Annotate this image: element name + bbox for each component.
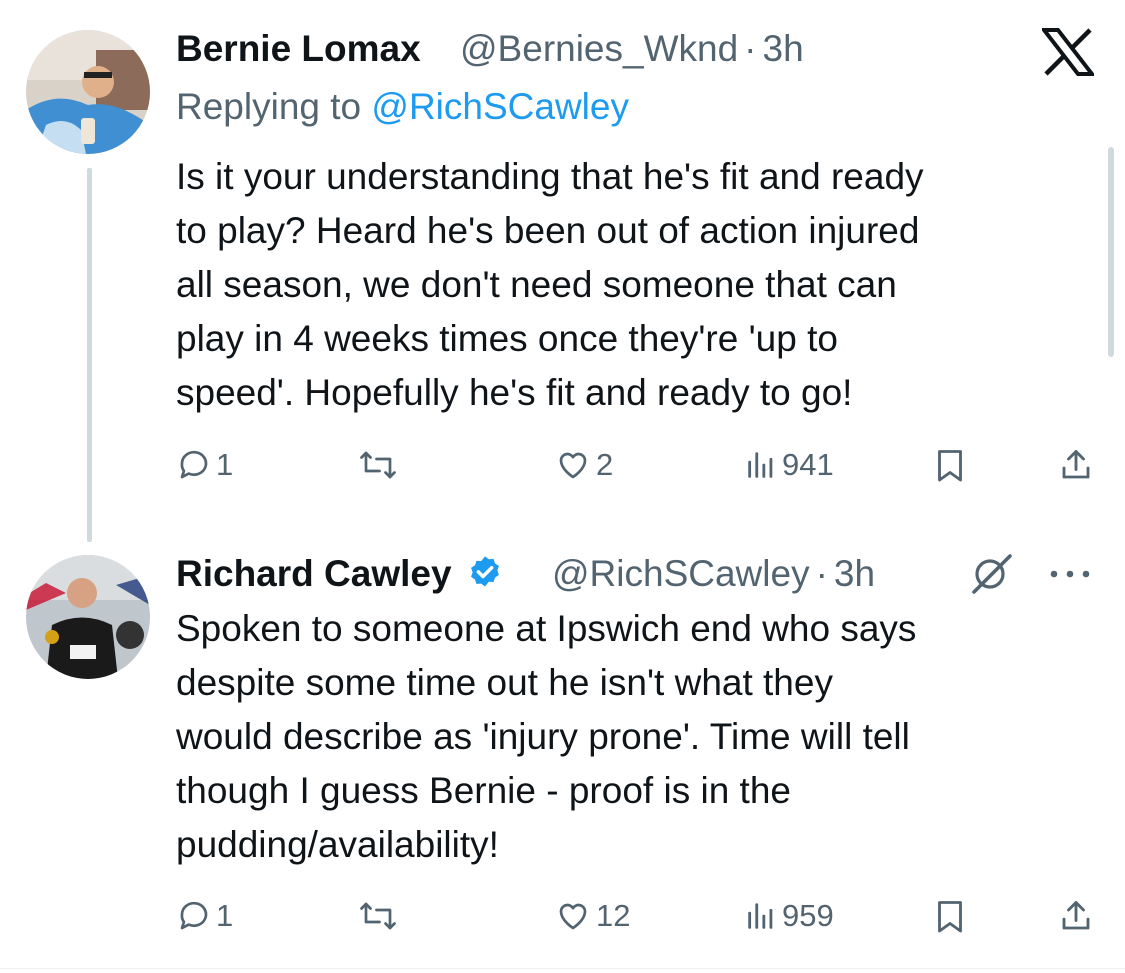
tweet-time[interactable]: 3h	[763, 28, 804, 69]
share-button[interactable]	[1058, 447, 1094, 483]
avatar-richard-cawley[interactable]	[26, 555, 150, 679]
author-name-text[interactable]: Richard Cawley	[176, 553, 452, 594]
author-handle-time[interactable]: @Bernies_Wknd · 3h	[460, 28, 804, 70]
tweet-text: Spoken to someone at Ipswich end who say…	[176, 608, 917, 865]
replying-prefix: Replying to	[176, 86, 362, 127]
reply-count: 1	[216, 447, 234, 482]
avatar-image	[26, 30, 150, 154]
views-chart-icon	[748, 903, 773, 929]
meta-separator: ·	[815, 553, 828, 594]
grok-button[interactable]	[968, 552, 1020, 598]
repost-icon	[360, 451, 396, 479]
bookmark-button[interactable]	[934, 447, 966, 483]
heart-icon	[559, 452, 587, 479]
share-icon	[1062, 450, 1090, 479]
divider	[0, 968, 1125, 969]
bookmark-icon	[938, 901, 962, 933]
more-dots-icon	[1050, 570, 1090, 578]
x-logo-close-button[interactable]	[1039, 28, 1097, 76]
more-options-button[interactable]	[1046, 560, 1094, 588]
reply-button[interactable]: 1	[176, 898, 233, 934]
reply-count: 1	[216, 898, 234, 933]
repost-button[interactable]	[358, 447, 398, 483]
views-button[interactable]: 941	[744, 447, 834, 483]
meta-separator: ·	[744, 28, 757, 69]
tweet-text: Is it your understanding that he's fit a…	[176, 156, 924, 413]
author-handle-time[interactable]: @RichSCawley · 3h	[552, 553, 875, 595]
tweet-actions: 1 2 941	[176, 447, 1096, 487]
tweet-actions: 1 12 959	[176, 898, 1096, 938]
avatar-image	[26, 555, 150, 679]
tweet-time[interactable]: 3h	[834, 553, 875, 594]
like-button[interactable]: 2	[554, 447, 613, 483]
author-handle[interactable]: @Bernies_Wknd	[460, 28, 738, 69]
heart-icon	[559, 903, 587, 930]
bookmark-icon	[938, 450, 962, 482]
repost-button[interactable]	[358, 898, 398, 934]
author-handle[interactable]: @RichSCawley	[552, 553, 810, 594]
views-chart-icon	[748, 452, 773, 478]
share-button[interactable]	[1058, 898, 1094, 934]
thread-connector-line	[87, 168, 92, 542]
view-count: 959	[782, 898, 834, 933]
author-name[interactable]: Bernie Lomax	[176, 28, 421, 70]
like-count: 2	[596, 447, 614, 482]
author-name[interactable]: Richard Cawley	[176, 553, 504, 595]
view-count: 941	[782, 447, 834, 482]
views-button[interactable]: 959	[744, 898, 834, 934]
grok-icon	[972, 554, 1012, 594]
x-logo-icon	[1039, 28, 1097, 76]
repost-icon	[360, 902, 396, 930]
reply-icon	[180, 901, 208, 930]
scrollbar[interactable]	[1108, 147, 1114, 357]
bookmark-button[interactable]	[934, 898, 966, 934]
avatar-bernie-lomax[interactable]	[26, 30, 150, 154]
reply-button[interactable]: 1	[176, 447, 233, 483]
reply-icon	[180, 450, 208, 479]
like-button[interactable]: 12	[554, 898, 630, 934]
replying-to-line: Replying to @RichSCawley	[176, 86, 629, 128]
like-count: 12	[596, 898, 631, 933]
replying-to-link[interactable]: @RichSCawley	[371, 86, 629, 127]
share-icon	[1062, 901, 1090, 930]
verified-badge-icon	[470, 556, 499, 587]
